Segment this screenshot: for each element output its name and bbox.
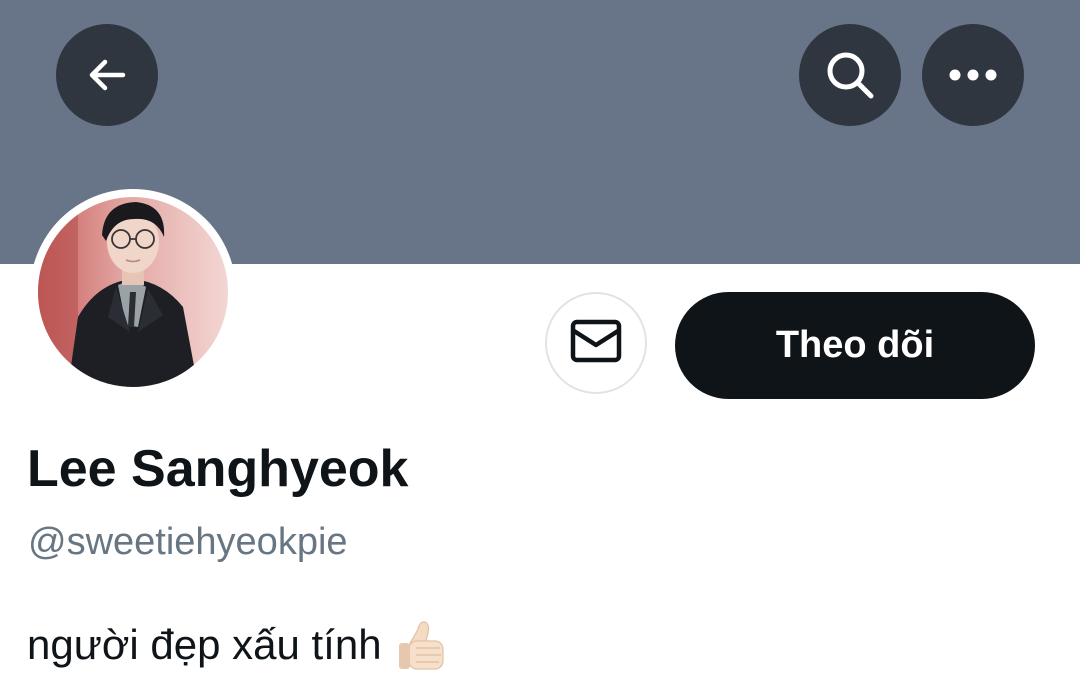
display-name: Lee Sanghyeok xyxy=(27,440,409,498)
more-horizontal-icon xyxy=(948,68,998,82)
envelope-icon xyxy=(570,319,622,368)
user-handle: @sweetiehyeokpie xyxy=(28,521,348,563)
profile-page: Theo dõi Lee Sanghyeok @sweetiehyeokpie … xyxy=(0,0,1080,688)
follow-button-label: Theo dõi xyxy=(775,324,935,366)
follow-button[interactable]: Theo dõi xyxy=(675,292,1035,399)
arrow-left-icon xyxy=(85,53,129,97)
message-button[interactable] xyxy=(545,292,647,394)
avatar[interactable] xyxy=(38,197,228,387)
bio: người đẹp xấu tính xyxy=(27,615,450,675)
more-options-button[interactable] xyxy=(922,24,1024,126)
back-button[interactable] xyxy=(56,24,158,126)
search-icon xyxy=(823,48,877,102)
thumbs-up-icon xyxy=(396,617,450,673)
search-button[interactable] xyxy=(799,24,901,126)
bio-text: người đẹp xấu tính xyxy=(27,621,382,668)
